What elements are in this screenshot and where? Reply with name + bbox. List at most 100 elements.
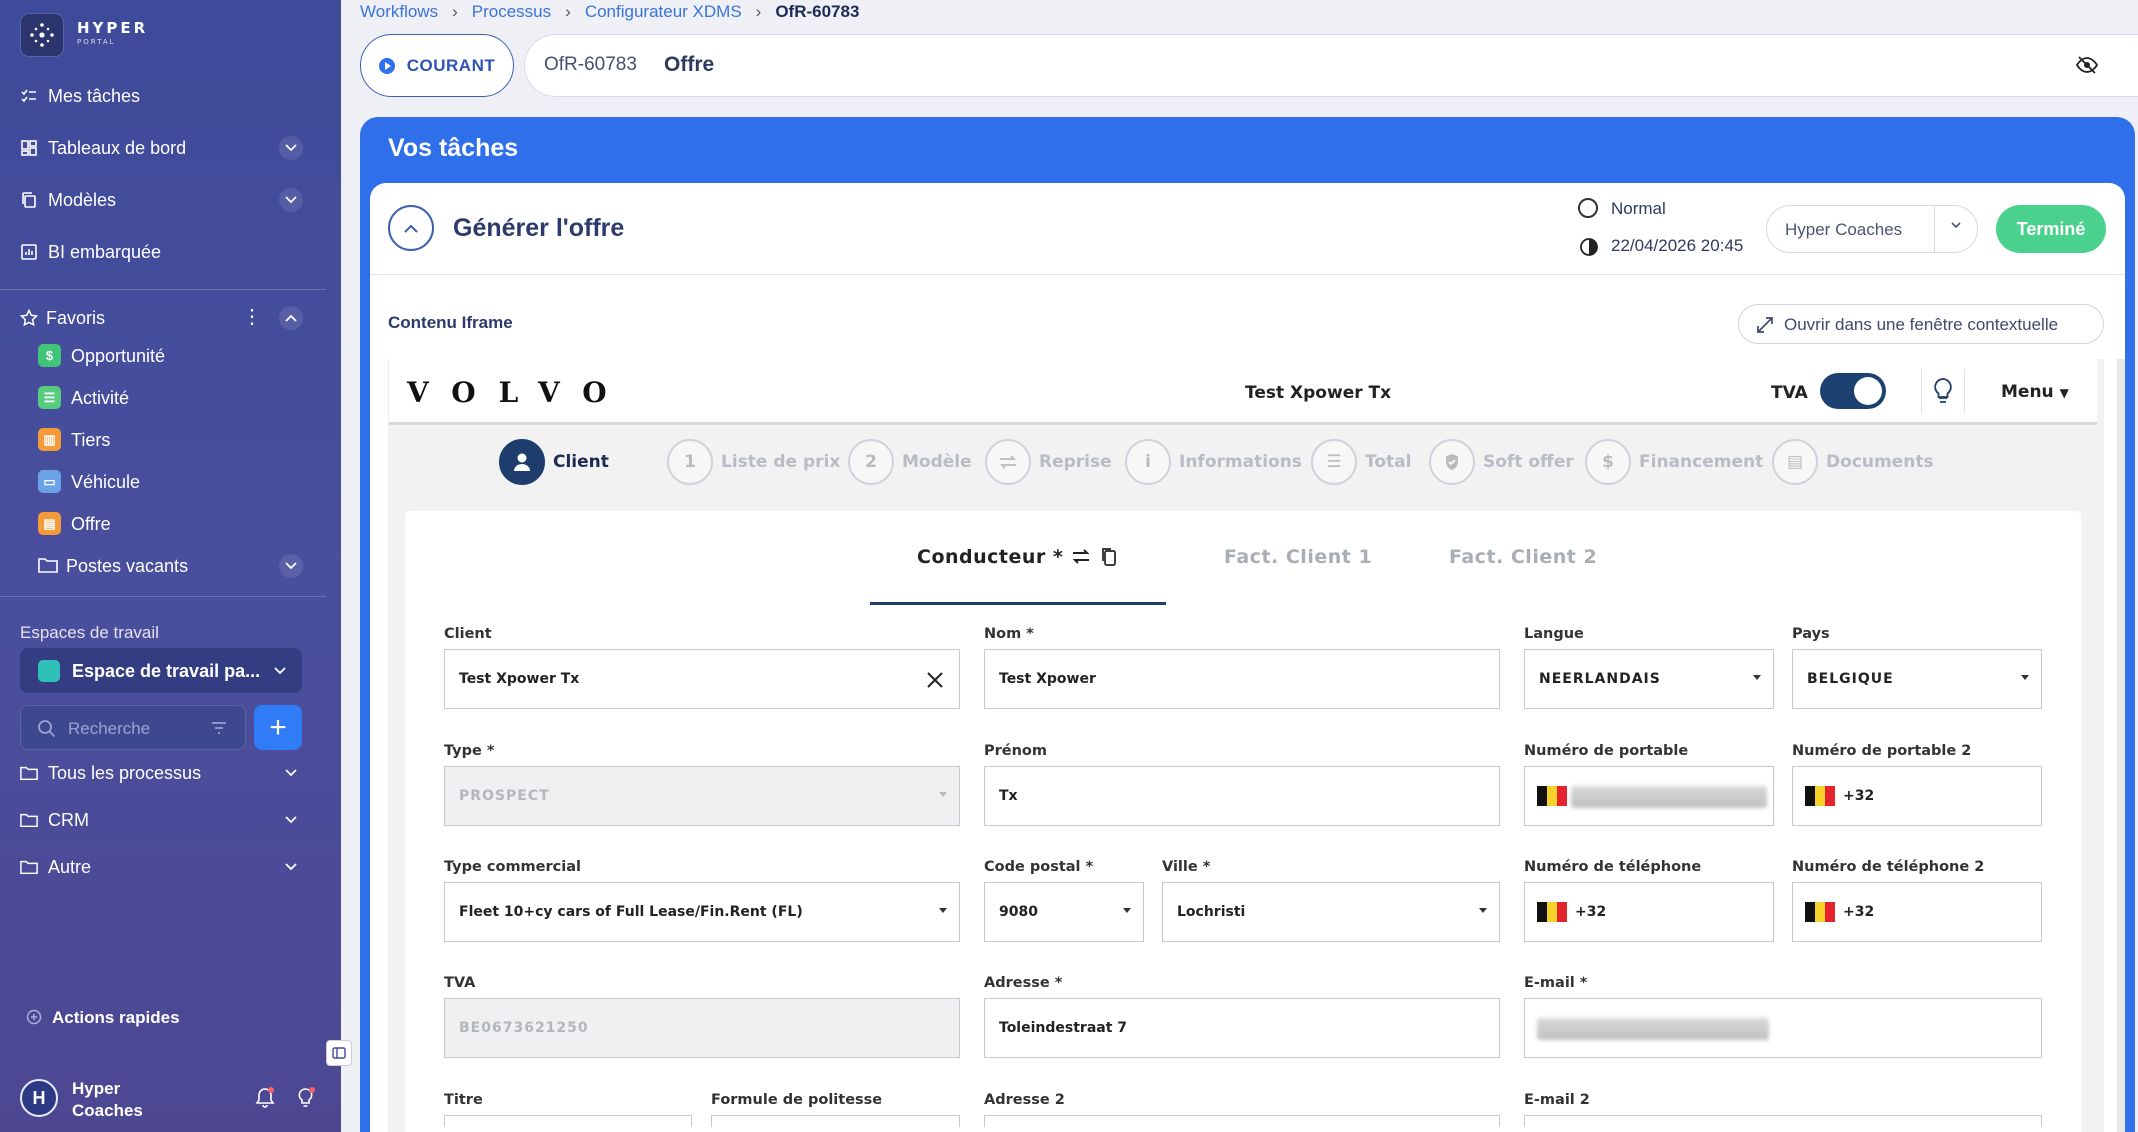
folder-icon — [20, 860, 38, 875]
folder-crm[interactable]: CRM — [0, 800, 341, 840]
tel2-field[interactable]: +32 — [1792, 882, 2042, 942]
scrollbar[interactable] — [2117, 359, 2125, 1132]
sidebar-collapse-button[interactable] — [326, 1040, 352, 1066]
favorite-tiers[interactable]: ▥ Tiers — [0, 421, 341, 459]
lightbulb-icon[interactable] — [294, 1086, 316, 1110]
folder-autre[interactable]: Autre — [0, 847, 341, 887]
favorite-vehicule[interactable]: ▭ Véhicule — [0, 463, 341, 501]
lightbulb-button[interactable] — [1921, 369, 1965, 413]
ville-select[interactable]: Lochristi — [1162, 882, 1500, 942]
cp-select[interactable]: 9080 — [984, 882, 1144, 942]
breadcrumb-item[interactable]: Processus — [472, 2, 551, 22]
email-field[interactable] — [1524, 998, 2042, 1058]
add-button[interactable]: + — [254, 705, 302, 750]
assignee-select[interactable]: Hyper Coaches — [1766, 205, 1978, 253]
chevron-up-icon[interactable] — [279, 306, 303, 330]
step-soft-offer[interactable]: Soft offer — [1429, 438, 1574, 486]
copy-icon[interactable] — [1101, 547, 1117, 567]
quick-actions[interactable]: Actions rapides — [26, 1008, 180, 1028]
favorite-opportunite[interactable]: $ Opportunité — [0, 337, 341, 375]
toggle-knob — [1854, 377, 1882, 405]
langue-select[interactable]: NEERLANDAIS — [1524, 649, 1774, 709]
step-liste-de-prix[interactable]: 1 Liste de prix — [667, 438, 840, 486]
breadcrumb-item[interactable]: Workflows — [360, 2, 438, 22]
adresse2-field[interactable] — [984, 1115, 1500, 1127]
eye-off-icon[interactable] — [2076, 55, 2098, 75]
email2-field[interactable] — [1524, 1115, 2042, 1127]
step-modele[interactable]: 2 Modèle — [848, 438, 972, 486]
pays-select[interactable]: BELGIQUE — [1792, 649, 2042, 709]
search-input[interactable]: Recherche — [68, 719, 150, 739]
favorite-activite[interactable]: ☰ Activité — [0, 379, 341, 417]
workspace-icon — [38, 660, 60, 682]
bell-icon[interactable] — [254, 1086, 276, 1110]
nom-field[interactable]: Test Xpower — [984, 649, 1500, 709]
open-popup-button[interactable]: Ouvrir dans une fenêtre contextuelle — [1738, 304, 2104, 344]
mobile-field[interactable] — [1524, 766, 1774, 826]
nav-item-mes-taches[interactable]: Mes tâches — [0, 76, 341, 116]
logo-icon[interactable] — [20, 13, 64, 57]
prenom-field[interactable]: Tx — [984, 766, 1500, 826]
tab-fact-client-2[interactable]: Fact. Client 2 — [1449, 546, 1597, 568]
collapse-task-button[interactable] — [388, 205, 434, 251]
favorite-postes-vacants[interactable]: Postes vacants — [0, 547, 341, 585]
chevron-down-icon[interactable] — [285, 816, 297, 824]
chevron-down-icon[interactable] — [279, 554, 303, 578]
user-name[interactable]: Hyper Coaches — [72, 1078, 182, 1122]
belgium-flag-icon[interactable] — [1537, 786, 1567, 806]
status-label: COURANT — [406, 55, 496, 75]
breadcrumb-item[interactable]: Configurateur XDMS — [585, 2, 742, 22]
favorite-label: Tiers — [71, 430, 111, 450]
belgium-flag-icon[interactable] — [1537, 902, 1567, 922]
tva-toggle[interactable] — [1820, 373, 1886, 409]
workspace-select[interactable]: Espace de travail pa... — [20, 648, 302, 693]
tab-conducteur[interactable]: Conducteur * — [917, 546, 1063, 568]
mobile2-field[interactable]: +32 — [1792, 766, 2042, 826]
caret-down-icon — [1753, 675, 1761, 680]
titre-select[interactable] — [444, 1115, 692, 1127]
more-vertical-icon[interactable]: ⋮ — [242, 307, 262, 327]
menu-button[interactable]: Menu ▼ — [2001, 382, 2069, 402]
chevron-right-icon: › — [452, 2, 458, 21]
email2-label: E-mail 2 — [1524, 1092, 1590, 1108]
tab-fact-client-1[interactable]: Fact. Client 1 — [1224, 546, 1372, 568]
sidebar-search[interactable]: Recherche — [20, 705, 246, 750]
nav-item-modeles[interactable]: Modèles — [0, 180, 341, 220]
divider — [0, 289, 326, 290]
step-documents[interactable]: ▤ Documents — [1772, 438, 1934, 486]
iframe-content: VOLVO Test Xpower Tx TVA Menu ▼ Client 1… — [388, 359, 2104, 1132]
folder-tous-les-processus[interactable]: Tous les processus — [0, 753, 341, 793]
tel-field[interactable]: +32 — [1524, 882, 1774, 942]
client-field[interactable]: Test Xpower Tx — [444, 649, 960, 709]
client-value: Test Xpower Tx — [459, 671, 580, 687]
avatar[interactable]: H — [20, 1079, 58, 1117]
status-badge[interactable]: COURANT — [360, 34, 514, 97]
belgium-flag-icon[interactable] — [1805, 786, 1835, 806]
nav-item-bi-embarquee[interactable]: BI embarquée — [0, 232, 341, 272]
document-icon: ▤ — [38, 512, 61, 535]
favorite-offre[interactable]: ▤ Offre — [0, 505, 341, 543]
swap-icon[interactable] — [1071, 548, 1091, 566]
caret-down-icon — [1123, 908, 1131, 913]
adresse-field[interactable]: Toleindestraat 7 — [984, 998, 1500, 1058]
folder-label: Autre — [48, 857, 92, 877]
document-icon: ▤ — [1772, 439, 1818, 485]
filter-icon[interactable] — [211, 722, 227, 734]
chevron-down-icon[interactable] — [279, 188, 303, 212]
step-financement[interactable]: $ Financement — [1585, 438, 1763, 486]
step-informations[interactable]: i Informations — [1125, 438, 1302, 486]
belgium-flag-icon[interactable] — [1805, 902, 1835, 922]
favorites-header[interactable]: Favoris ⋮ — [0, 298, 341, 338]
chevron-down-icon[interactable] — [285, 863, 297, 871]
chevron-down-icon[interactable] — [279, 136, 303, 160]
nav-item-tableaux-de-bord[interactable]: Tableaux de bord — [0, 128, 341, 168]
politesse-select[interactable] — [711, 1115, 960, 1127]
step-client[interactable]: Client — [499, 438, 609, 486]
step-total[interactable]: ☰ Total — [1311, 438, 1411, 486]
step-reprise[interactable]: Reprise — [985, 438, 1112, 486]
chevron-down-icon[interactable] — [1950, 220, 1962, 230]
close-icon[interactable] — [926, 671, 944, 689]
typecom-select[interactable]: Fleet 10+cy cars of Full Lease/Fin.Rent … — [444, 882, 960, 942]
chevron-down-icon[interactable] — [285, 769, 297, 777]
done-button[interactable]: Terminé — [1996, 205, 2106, 253]
